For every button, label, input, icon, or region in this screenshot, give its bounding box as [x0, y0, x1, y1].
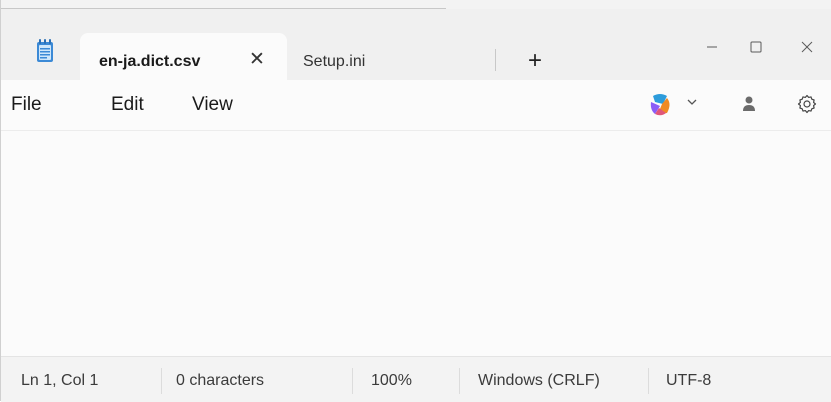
menu-bar: File Edit View	[1, 80, 831, 131]
tab-title: en-ja.dict.csv	[99, 53, 201, 70]
status-divider	[352, 368, 353, 394]
minimize-icon[interactable]	[687, 33, 737, 61]
status-bar: Ln 1, Col 1 0 characters 100% Windows (C…	[1, 356, 831, 402]
copilot-icon[interactable]	[647, 92, 673, 118]
maximize-icon[interactable]	[731, 33, 781, 61]
menu-view[interactable]: View	[192, 94, 233, 116]
chevron-down-icon[interactable]	[684, 94, 700, 110]
gear-icon[interactable]	[795, 92, 819, 116]
encoding[interactable]: UTF-8	[666, 372, 711, 390]
text-editor-area[interactable]	[1, 131, 831, 356]
new-tab-button[interactable]: +	[521, 47, 549, 75]
line-ending[interactable]: Windows (CRLF)	[478, 372, 600, 390]
tab-divider	[495, 49, 496, 71]
cursor-position[interactable]: Ln 1, Col 1	[21, 372, 98, 390]
menu-edit[interactable]: Edit	[111, 94, 144, 116]
zoom-level[interactable]: 100%	[371, 372, 412, 390]
account-icon[interactable]	[739, 93, 759, 115]
close-window-icon[interactable]	[782, 33, 831, 61]
menu-file[interactable]: File	[11, 94, 42, 116]
status-divider	[161, 368, 162, 394]
tab-title: Setup.ini	[303, 53, 366, 70]
tab-strip: en-ja.dict.csv ✕ Setup.ini +	[1, 9, 831, 89]
close-tab-button[interactable]: ✕	[247, 49, 267, 71]
character-count: 0 characters	[176, 372, 265, 389]
status-divider	[459, 368, 460, 394]
notepad-window: en-ja.dict.csv ✕ Setup.ini + File Edit V…	[0, 0, 831, 402]
notepad-icon	[37, 39, 53, 62]
status-divider	[648, 368, 649, 394]
